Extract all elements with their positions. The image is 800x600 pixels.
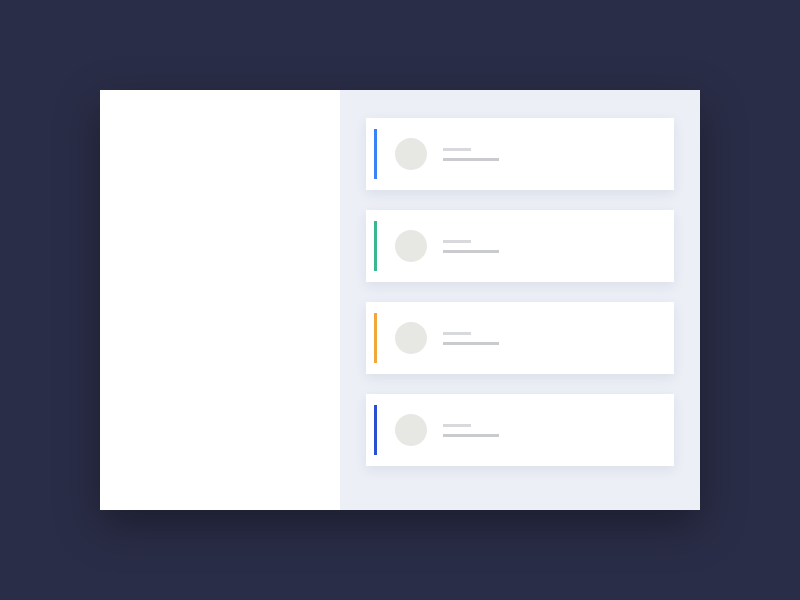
accent-bar (374, 313, 377, 363)
title-placeholder (443, 240, 471, 243)
avatar (395, 322, 427, 354)
text-placeholder (443, 240, 499, 253)
subtitle-placeholder (443, 158, 499, 161)
avatar (395, 414, 427, 446)
subtitle-placeholder (443, 342, 499, 345)
right-panel (340, 90, 700, 510)
list-item[interactable] (366, 302, 674, 374)
accent-bar (374, 129, 377, 179)
list-item[interactable] (366, 210, 674, 282)
accent-bar (374, 221, 377, 271)
text-placeholder (443, 332, 499, 345)
title-placeholder (443, 148, 471, 151)
left-panel (100, 90, 340, 510)
title-placeholder (443, 332, 471, 335)
text-placeholder (443, 148, 499, 161)
avatar (395, 138, 427, 170)
subtitle-placeholder (443, 250, 499, 253)
title-placeholder (443, 424, 471, 427)
accent-bar (374, 405, 377, 455)
list-item[interactable] (366, 118, 674, 190)
list-item[interactable] (366, 394, 674, 466)
app-window (100, 90, 700, 510)
text-placeholder (443, 424, 499, 437)
avatar (395, 230, 427, 262)
subtitle-placeholder (443, 434, 499, 437)
